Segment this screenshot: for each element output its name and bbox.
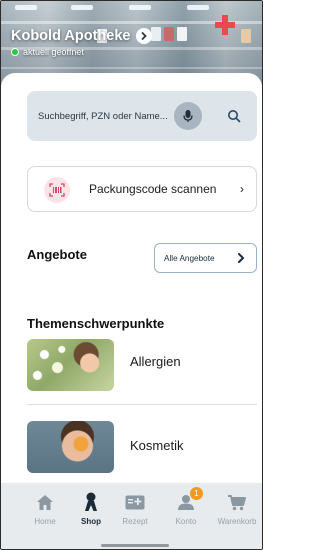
offers-heading: Angebote — [27, 247, 87, 262]
nav-warenkorb[interactable]: Warenkorb — [215, 491, 259, 531]
product-box — [177, 27, 187, 41]
topic-image-allergien[interactable] — [27, 339, 114, 391]
search-button[interactable] — [223, 105, 245, 127]
scan-label: Packungscode scannen — [89, 182, 217, 196]
microphone-button[interactable] — [174, 102, 202, 130]
product-box — [151, 27, 161, 41]
shelf-line — [1, 67, 262, 69]
search-bar — [27, 91, 257, 141]
topic-image-kosmetik[interactable] — [27, 421, 114, 473]
microphone-icon — [183, 110, 193, 122]
topic-item-allergien[interactable]: Allergien — [130, 354, 181, 369]
nav-shop[interactable]: Shop — [69, 491, 113, 531]
chevron-right-icon — [136, 28, 153, 44]
nav-konto[interactable]: 1 Konto — [164, 487, 208, 531]
product-box — [241, 29, 251, 43]
ceiling-light — [15, 5, 37, 10]
home-icon — [32, 491, 58, 513]
divider — [27, 404, 257, 405]
nav-warenkorb-label: Warenkorb — [217, 517, 257, 526]
store-selector[interactable]: Kobold Apotheke — [11, 28, 153, 44]
product-box — [164, 27, 174, 41]
search-icon — [228, 110, 241, 123]
ceiling-light — [129, 5, 151, 10]
all-offers-button[interactable]: Alle Angebote — [154, 243, 257, 273]
search-input[interactable] — [38, 91, 178, 141]
shop-icon — [78, 491, 104, 513]
cart-icon — [224, 491, 250, 513]
all-offers-label: Alle Angebote — [164, 253, 215, 263]
prescription-icon — [122, 491, 148, 513]
chevron-right-icon — [237, 252, 245, 266]
nav-shop-label: Shop — [81, 517, 101, 526]
store-status-text: aktuell geöffnet — [23, 47, 84, 57]
nav-home[interactable]: Home — [23, 491, 67, 531]
nav-rezept-label: Rezept — [122, 517, 148, 526]
notification-badge: 1 — [190, 487, 203, 500]
nav-konto-label: Konto — [175, 517, 197, 526]
barcode-scan-icon — [44, 177, 70, 203]
open-status-dot — [11, 48, 19, 56]
bottom-navigation: Home Shop Rezept 1 Konto Warenkorb — [1, 483, 262, 549]
ceiling-light — [71, 5, 93, 10]
topics-heading: Themenschwerpunkte — [27, 316, 165, 331]
home-indicator[interactable] — [101, 544, 169, 547]
store-name: Kobold Apotheke — [11, 28, 131, 44]
account-icon: 1 — [173, 487, 203, 513]
ceiling-light — [187, 5, 209, 10]
nav-home-label: Home — [34, 517, 56, 526]
pharmacy-cross-sign — [215, 15, 235, 35]
store-status: aktuell geöffnet — [11, 47, 84, 57]
nav-rezept[interactable]: Rezept — [113, 491, 157, 531]
topic-item-kosmetik[interactable]: Kosmetik — [130, 438, 183, 453]
chevron-right-icon: › — [240, 182, 244, 196]
scan-package-code-button[interactable]: Packungscode scannen › — [27, 166, 257, 212]
app-screen: Kobold Apotheke aktuell geöffnet Suchbeg… — [0, 0, 263, 550]
